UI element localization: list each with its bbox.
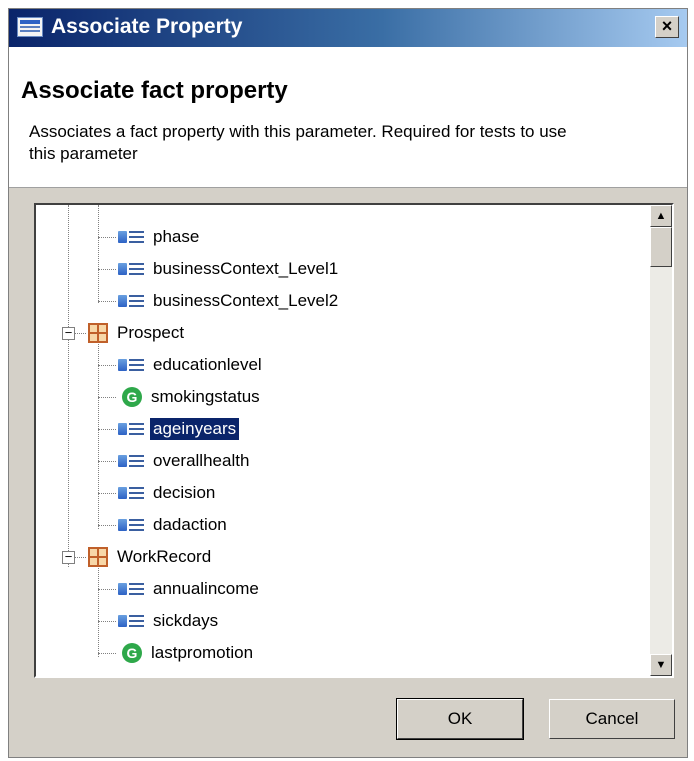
tree-connector: [98, 525, 116, 526]
tree-connector: [68, 205, 69, 567]
tree-item-label: smokingstatus: [151, 387, 260, 406]
window-icon: [17, 17, 43, 37]
tree-connector: [98, 301, 116, 302]
tree-item-decision[interactable]: decision: [118, 479, 218, 507]
tree-item-sickdays[interactable]: sickdays: [118, 607, 221, 635]
method-icon: G: [122, 643, 142, 663]
field-icon: [118, 485, 144, 501]
tree-item-phase[interactable]: phase: [118, 223, 202, 251]
field-icon: [118, 261, 144, 277]
tree-item-ageinyears[interactable]: ageinyears: [118, 415, 241, 443]
tree-item-overallhealth[interactable]: overallhealth: [118, 447, 252, 475]
field-icon: [118, 229, 144, 245]
tree-item-lastpromotion[interactable]: G lastpromotion: [122, 639, 256, 667]
tree-connector: [98, 653, 116, 654]
scroll-thumb[interactable]: [650, 227, 672, 267]
close-button[interactable]: ×: [655, 16, 679, 38]
tree-item-label-selected: ageinyears: [148, 417, 241, 441]
class-icon: [88, 323, 108, 343]
field-icon: [118, 421, 144, 437]
field-icon: [118, 581, 144, 597]
tree-connector: [74, 333, 86, 334]
dialog-description: Associates a fact property with this par…: [29, 122, 567, 163]
tree-item-label: overallhealth: [153, 451, 250, 470]
tree-connector: [98, 397, 116, 398]
tree-item-businesscontext-level1[interactable]: businessContext_Level1: [118, 255, 341, 283]
tree-viewport: − − phase businessContext_Level1 busines…: [36, 205, 650, 676]
tree-connector: [98, 205, 99, 303]
tree-item-label: educationlevel: [153, 355, 262, 374]
class-icon: [88, 547, 108, 567]
tree-connector: [98, 493, 116, 494]
tree-item-label: lastpromotion: [151, 643, 254, 662]
field-icon: [118, 453, 144, 469]
tree-connector: [98, 621, 116, 622]
tree-item-label: dadaction: [153, 515, 227, 534]
scroll-down-button[interactable]: ▼: [650, 654, 672, 676]
tree-item-label: businessContext_Level1: [153, 259, 339, 278]
tree-connector: [98, 269, 116, 270]
tree-connector: [98, 461, 116, 462]
tree-item-label: decision: [153, 483, 216, 502]
tree-item-label: businessContext_Level2: [153, 291, 339, 310]
tree-item-label: Prospect: [117, 323, 185, 342]
tree-item-dadaction[interactable]: dadaction: [118, 511, 230, 539]
associate-property-dialog: Associate Property × Associate fact prop…: [8, 8, 688, 758]
tree-item-label: annualincome: [153, 579, 259, 598]
workrecord-collapse-toggle[interactable]: −: [62, 550, 75, 564]
field-icon: [118, 613, 144, 629]
tree-connector: [74, 557, 86, 558]
field-icon: [118, 357, 144, 373]
vertical-scrollbar[interactable]: ▲ ▼: [650, 205, 672, 676]
tree-item-workrecord[interactable]: WorkRecord: [88, 543, 214, 571]
tree-item-businesscontext-level2[interactable]: businessContext_Level2: [118, 287, 341, 315]
tree-connector: [98, 559, 99, 657]
tree-item-prospect[interactable]: Prospect: [88, 319, 187, 347]
tree-item-label: WorkRecord: [117, 547, 212, 566]
dialog-banner: Associate fact property Associates a fac…: [9, 47, 687, 188]
prospect-collapse-toggle[interactable]: −: [62, 326, 75, 340]
tree-item-smokingstatus[interactable]: G smokingstatus: [122, 383, 263, 411]
cancel-button[interactable]: Cancel: [549, 699, 675, 739]
tree-item-educationlevel[interactable]: educationlevel: [118, 351, 265, 379]
ok-button[interactable]: OK: [396, 698, 524, 740]
tree-connector: [98, 237, 116, 238]
scroll-up-button[interactable]: ▲: [650, 205, 672, 227]
tree-item-label: sickdays: [153, 611, 219, 630]
property-tree[interactable]: − − phase businessContext_Level1 busines…: [34, 203, 674, 678]
dialog-heading: Associate fact property: [21, 77, 288, 104]
field-icon: [118, 517, 144, 533]
title-bar[interactable]: Associate Property ×: [9, 9, 687, 47]
method-icon: G: [122, 387, 142, 407]
window-title: Associate Property: [51, 15, 243, 38]
tree-item-annualincome[interactable]: annualincome: [118, 575, 262, 603]
tree-connector: [98, 589, 116, 590]
tree-connector: [98, 429, 116, 430]
field-icon: [118, 293, 144, 309]
tree-connector: [98, 365, 116, 366]
tree-item-label: phase: [153, 227, 200, 246]
